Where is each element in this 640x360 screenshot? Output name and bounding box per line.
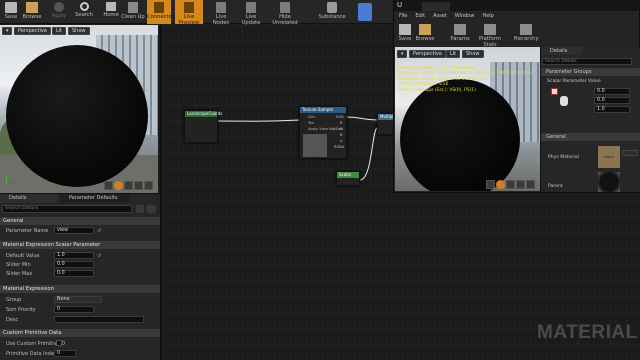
instance-show-button[interactable]: Show (462, 50, 484, 58)
instance-details-tab[interactable]: Details (542, 47, 582, 55)
hierarchy-label: Hierarchy (513, 36, 539, 42)
hierarchy-button[interactable]: Hierarchy (512, 22, 540, 46)
menu-window[interactable]: Window (455, 13, 475, 19)
plane-icon[interactable] (506, 180, 515, 189)
scalar-parameter-node[interactable]: Scalar (336, 171, 360, 186)
hierarchy-icon (520, 24, 532, 35)
menu-asset[interactable]: Asset (433, 13, 447, 19)
apply-view-mipbias-pin[interactable]: Apply View MipBias (308, 127, 343, 131)
scalar-value-2[interactable]: 0.0 (594, 97, 630, 104)
platform-stats-button[interactable]: Platform Stats (473, 22, 507, 48)
menu-help[interactable]: Help (482, 13, 493, 19)
texture-preview-thumbnail (303, 134, 327, 157)
landscape-coords-title: LandscapeCoords (185, 111, 223, 117)
cursor-icon (560, 96, 568, 106)
a-pin[interactable]: A (340, 139, 342, 143)
texture-sample-node[interactable]: Texture Sample UVs Tex Apply View MipBia… (299, 106, 347, 159)
override-checkbox[interactable] (551, 88, 558, 95)
rgb-pin[interactable]: RGB (336, 115, 344, 119)
instance-title-bar: U (394, 0, 640, 11)
instance-save-button[interactable]: Save (397, 22, 413, 46)
menu-file[interactable]: File (399, 13, 407, 19)
instance-save-label: Save (398, 36, 412, 42)
scalar-parameter-title: Scalar (337, 172, 359, 178)
teapot-icon[interactable] (526, 180, 535, 189)
phys-material-label: Phys Material (548, 155, 579, 160)
folder-icon (419, 24, 431, 35)
instance-params-label: Params (450, 36, 470, 42)
uvs-pin[interactable]: UVs (308, 115, 315, 119)
texture-sample-title: Texture Sample (300, 107, 346, 113)
instance-menu-bar: File Edit Asset Window Help (399, 13, 502, 19)
phys-material-dropdown[interactable] (622, 150, 638, 156)
instance-viewport-options[interactable]: ▾ (397, 50, 407, 58)
instance-browse-button[interactable]: Browse (415, 22, 435, 46)
r-pin[interactable]: R (340, 121, 343, 125)
save-icon (399, 24, 411, 35)
instance-tab[interactable] (422, 2, 450, 11)
instance-browse-label: Browse (415, 36, 435, 42)
instance-general-header[interactable]: General (541, 133, 640, 141)
platform-stats-icon (484, 24, 496, 35)
shader-stats-overlay: Base pass shader: 111 instructions Base … (398, 66, 533, 93)
cylinder-icon[interactable] (486, 180, 495, 189)
menu-edit[interactable]: Edit (415, 13, 425, 19)
parent-label: Parent (548, 184, 563, 189)
sphere-icon[interactable] (496, 180, 505, 189)
params-icon (454, 24, 466, 35)
landscape-coords-node[interactable]: LandscapeCoords (184, 110, 223, 143)
tex-pin[interactable]: Tex (308, 121, 314, 125)
scalar-value-1[interactable]: 0.0 (594, 88, 630, 95)
parent-thumbnail[interactable] (598, 172, 620, 192)
b-pin[interactable]: B (340, 133, 342, 137)
stat-line: Texture Lookups (Est.): VS(0), PS(1) (398, 87, 476, 93)
watermark-text: MATERIAL (537, 322, 638, 343)
scalar-group-label[interactable]: Scalar Parameter Value (547, 79, 601, 84)
instance-preview-shapes (486, 180, 538, 190)
instance-params-button[interactable]: Params (450, 22, 470, 46)
instance-lit-button[interactable]: Lit (446, 50, 461, 58)
unreal-logo-icon: U (397, 1, 403, 9)
instance-search-input[interactable]: Search Details (542, 58, 632, 65)
instance-perspective-button[interactable]: Perspective (409, 50, 446, 58)
g-pin[interactable]: G (340, 127, 343, 131)
cube-icon[interactable] (516, 180, 525, 189)
phys-material-thumbnail[interactable]: None (598, 146, 620, 168)
scalar-value-3[interactable]: 1.0 (594, 106, 630, 113)
parameter-groups-header[interactable]: Parameter Groups (541, 68, 640, 76)
rgba-pin[interactable]: RGBA (334, 145, 344, 149)
instance-preview-sphere (400, 79, 520, 191)
